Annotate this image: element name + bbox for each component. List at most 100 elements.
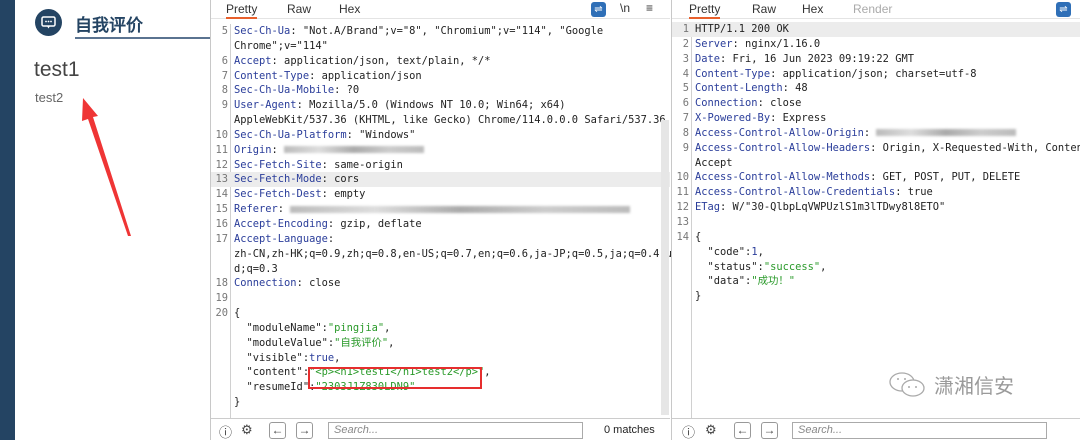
line-number: 9: [221, 99, 228, 112]
redacted-value: [284, 146, 425, 154]
value-text: "resumeId":: [234, 381, 316, 394]
line-text: }: [695, 289, 701, 304]
value-text: : W/"30-QlbpLqVWPUzlS1m3lTDwy8l8ETO": [720, 201, 946, 214]
tab-hex[interactable]: Hex: [802, 2, 823, 16]
value-text: HTTP/1.1 200 OK: [695, 23, 789, 35]
tab-hex[interactable]: Hex: [339, 2, 360, 16]
help-icon[interactable]: ⓘ: [219, 422, 232, 441]
code-line: 18 Connection: close: [211, 276, 670, 291]
line-number: 8: [682, 126, 689, 139]
value-text: ,: [334, 351, 341, 364]
code-line: "status":"success",: [672, 260, 1080, 275]
menu-icon[interactable]: ≡: [646, 1, 653, 15]
value-text: AppleWebKit/537.36 (KHTML, like Gecko) C…: [234, 114, 666, 127]
scrollbar[interactable]: [661, 120, 669, 415]
code-line: 9 User-Agent: Mozilla/5.0 (Windows NT 10.…: [211, 98, 670, 113]
newline-toggle[interactable]: \n: [620, 1, 630, 15]
value-text: : Fri, 16 Jun 2023 09:19:22 GMT: [720, 52, 914, 65]
code-line: Accept: [672, 156, 1080, 171]
preview-pane: 自我评价 test1 test2: [0, 0, 210, 440]
code-line: 5 Sec-Ch-Ua: "Not.A/Brand";v="8", "Chromi…: [211, 24, 670, 39]
value-text: : gzip, deflate: [327, 217, 422, 230]
code-line: 6 Accept: application/json, text/plain, *…: [211, 54, 670, 69]
help-icon[interactable]: ⓘ: [682, 422, 695, 441]
line-text: {: [695, 230, 701, 245]
code-line: d;q=0.3: [211, 262, 670, 277]
tab-render[interactable]: Render: [853, 2, 892, 16]
line-text: {: [234, 306, 240, 321]
code-line: "moduleName":"pingjia",: [211, 321, 670, 336]
line-text: ETag: W/"30-QlbpLqVWPUzlS1m3lTDwy8l8ETO": [695, 200, 945, 215]
header-name: User-Agent: [234, 99, 297, 112]
code-line: zh-CN,zh-HK;q=0.9,zh;q=0.8,en-US;q=0.7,e…: [211, 247, 678, 262]
code-line: AppleWebKit/537.36 (KHTML, like Gecko) C…: [211, 113, 670, 128]
header-name: Accept-Encoding: [234, 217, 328, 230]
value-text: : ?0: [334, 84, 360, 97]
search-input[interactable]: Search...: [328, 422, 583, 439]
tab-pretty[interactable]: Pretty: [226, 2, 258, 19]
line-number: 10: [215, 128, 228, 141]
forward-arrow-icon[interactable]: →: [296, 422, 313, 439]
response-editor[interactable]: 1 HTTP/1.1 200 OK 2 Server: nginx/1.16.0 3 Da…: [672, 22, 1080, 418]
line-number: 18: [215, 277, 228, 290]
wrap-icon[interactable]: ⇌: [591, 2, 606, 17]
value-text: ,: [484, 366, 491, 379]
header-name: Sec-Ch-Ua-Platform: [234, 128, 347, 141]
code-line: 12 Sec-Fetch-Site: same-origin: [211, 158, 670, 173]
response-tabs: Pretty Raw Hex Render ⇌: [672, 0, 1080, 19]
code-line: 14 {: [672, 230, 1080, 245]
line-text: X-Powered-By: Express: [695, 111, 826, 126]
line-text: HTTP/1.1 200 OK: [695, 22, 789, 37]
code-line: 13: [672, 215, 1080, 230]
line-number: 5: [682, 82, 689, 95]
code-line: Chrome";v="114": [211, 39, 670, 54]
code-line: 8 Sec-Ch-Ua-Mobile: ?0: [211, 83, 670, 98]
value-text: "moduleName":: [234, 321, 328, 334]
value-text: : same-origin: [321, 158, 403, 171]
line-text: Sec-Fetch-Dest: empty: [234, 187, 365, 202]
line-text: User-Agent: Mozilla/5.0 (Windows NT 10.0…: [234, 98, 566, 113]
code-line: }: [211, 395, 670, 410]
gear-icon[interactable]: ⚙: [241, 422, 253, 438]
header-name: Connection: [234, 277, 297, 290]
code-line: 13 Sec-Fetch-Mode: cors: [211, 172, 670, 188]
header-name: Access-Control-Allow-Origin: [695, 126, 864, 139]
line-text: Access-Control-Allow-Headers: Origin, X-…: [695, 141, 1080, 156]
header-name: Origin: [234, 143, 272, 156]
tab-pretty[interactable]: Pretty: [689, 2, 721, 19]
value-text: }: [234, 396, 241, 409]
value-text: {: [234, 307, 241, 320]
line-text: Content-Length: 48: [695, 81, 808, 96]
value-text: : true: [895, 186, 933, 199]
line-text: Content-Type: application/json: [234, 69, 422, 84]
back-arrow-icon[interactable]: ←: [269, 422, 286, 439]
line-number: 6: [682, 97, 689, 110]
header-name: Accept-Language: [234, 232, 328, 245]
value-text: :: [271, 143, 285, 156]
value-text: "pingjia": [327, 321, 385, 334]
line-number: 4: [682, 67, 689, 80]
line-text: Access-Control-Allow-Credentials: true: [695, 185, 933, 200]
tab-raw[interactable]: Raw: [752, 2, 776, 16]
line-text: zh-CN,zh-HK;q=0.9,zh;q=0.8,en-US;q=0.7,e…: [234, 247, 678, 262]
line-text: Sec-Ch-Ua-Mobile: ?0: [234, 83, 359, 98]
wrap-icon[interactable]: ⇌: [1056, 2, 1071, 17]
value-text: zh-CN,zh-HK;q=0.9,zh;q=0.8,en-US;q=0.7,e…: [234, 247, 679, 260]
search-input[interactable]: Search...: [792, 422, 1047, 439]
code-line: 6 Connection: close: [672, 96, 1080, 111]
code-line: 11 Origin:: [211, 143, 670, 158]
gear-icon[interactable]: ⚙: [705, 422, 717, 438]
value-text: : empty: [321, 188, 366, 201]
value-text: "content":: [234, 366, 310, 379]
line-number: 6: [221, 54, 228, 67]
forward-arrow-icon[interactable]: →: [761, 422, 778, 439]
line-text: AppleWebKit/537.36 (KHTML, like Gecko) C…: [234, 113, 666, 128]
request-editor[interactable]: 5 Sec-Ch-Ua: "Not.A/Brand";v="8", "Chromi…: [211, 24, 678, 418]
tab-raw[interactable]: Raw: [287, 2, 311, 16]
value-text: : GET, POST, PUT, DELETE: [870, 171, 1021, 184]
line-number: 14: [676, 230, 689, 243]
value-text: "success": [763, 260, 821, 273]
line-text: }: [234, 395, 240, 410]
line-text: d;q=0.3: [234, 262, 278, 277]
back-arrow-icon[interactable]: ←: [734, 422, 751, 439]
